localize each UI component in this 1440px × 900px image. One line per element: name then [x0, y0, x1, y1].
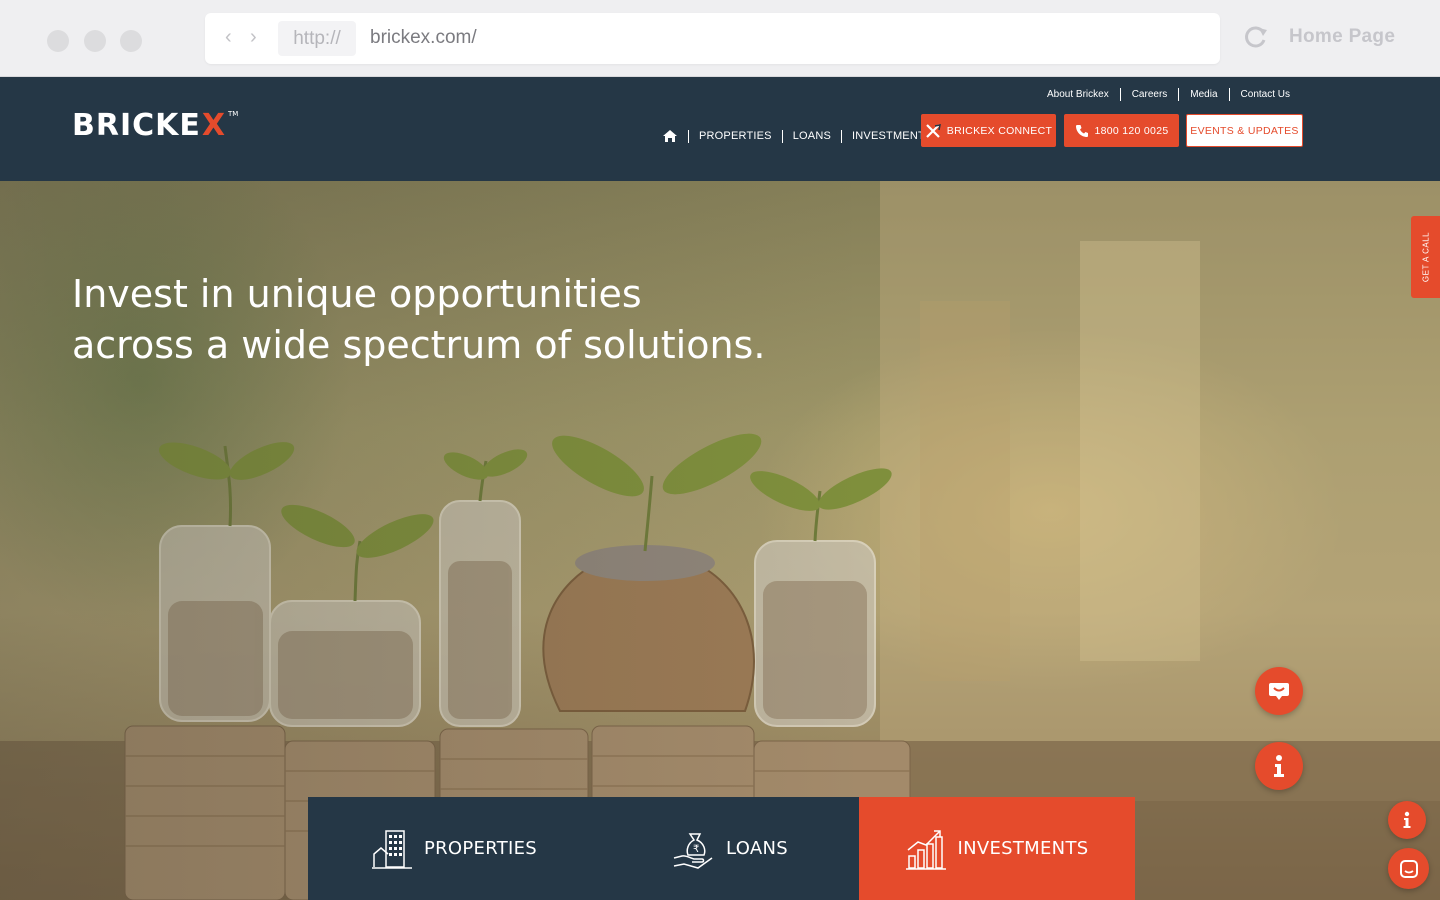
- category-investments-label: INVESTMENTS: [957, 838, 1089, 859]
- brickex-logo[interactable]: BRICKE X TM: [72, 107, 238, 143]
- money-bag-hand-icon: ₹: [673, 832, 713, 869]
- forward-icon[interactable]: ›: [250, 27, 257, 47]
- get-a-call-label: GET A CALL: [1421, 231, 1430, 283]
- category-loans[interactable]: ₹ LOANS: [601, 797, 859, 900]
- info-button-small[interactable]: [1388, 801, 1426, 839]
- chat-icon: [1269, 683, 1289, 700]
- events-updates-button[interactable]: EVENTS & UPDATES: [1186, 114, 1303, 147]
- home-icon[interactable]: [662, 129, 678, 143]
- nav-loans[interactable]: LOANS: [781, 129, 841, 143]
- about-link[interactable]: About Brickex: [1036, 88, 1120, 101]
- events-updates-label: EVENTS & UPDATES: [1190, 124, 1299, 137]
- site-header: BRICKE X TM About Brickex Careers Media Co…: [0, 77, 1440, 181]
- address-bar[interactable]: ‹ › http:// brickex.com/: [205, 13, 1220, 64]
- category-investments[interactable]: INVESTMENTS: [859, 797, 1135, 900]
- hero-banner: Invest in unique opportunities across a …: [0, 181, 1440, 900]
- info-button-large[interactable]: [1255, 742, 1303, 790]
- url-text[interactable]: brickex.com/: [370, 25, 477, 51]
- window-maximize-dot[interactable]: [120, 30, 142, 52]
- info-icon: [1274, 755, 1284, 777]
- careers-link[interactable]: Careers: [1119, 88, 1179, 101]
- contact-link[interactable]: Contact Us: [1228, 88, 1301, 101]
- logo-text: BRICKE: [72, 107, 201, 143]
- connect-x-icon: [926, 123, 941, 138]
- hero-title: Invest in unique opportunities across a …: [72, 269, 832, 371]
- growth-chart-icon: [905, 829, 946, 870]
- url-protocol: http://: [278, 21, 356, 56]
- category-properties[interactable]: PROPERTIES: [308, 797, 601, 900]
- building-icon: [371, 829, 412, 869]
- message-icon: [1399, 859, 1418, 878]
- phone-button[interactable]: 1800 120 0025: [1064, 114, 1179, 147]
- top-links: About Brickex Careers Media Contact Us: [1036, 88, 1301, 101]
- brickex-connect-button[interactable]: BRICKEX CONNECT: [921, 114, 1056, 147]
- window-close-dot[interactable]: [47, 30, 69, 52]
- category-loans-label: LOANS: [726, 838, 788, 859]
- messenger-button[interactable]: [1388, 848, 1429, 889]
- category-bar: PROPERTIES ₹ LOANS INVESTMENTS: [308, 797, 1135, 900]
- media-link[interactable]: Media: [1178, 88, 1228, 101]
- reload-icon[interactable]: [1243, 24, 1269, 50]
- main-nav: PROPERTIES LOANS INVESTMENTS: [662, 124, 942, 148]
- nav-properties[interactable]: PROPERTIES: [688, 129, 782, 143]
- chat-button[interactable]: [1255, 667, 1303, 715]
- back-icon[interactable]: ‹: [225, 27, 232, 47]
- logo-x: X: [201, 107, 227, 143]
- phone-icon: [1075, 124, 1088, 137]
- get-a-call-tab[interactable]: GET A CALL: [1411, 216, 1440, 298]
- brickex-connect-label: BRICKEX CONNECT: [946, 124, 1053, 137]
- browser-chrome: ‹ › http:// brickex.com/ Home Page: [0, 0, 1440, 77]
- info-icon-small: [1403, 811, 1411, 828]
- svg-text:₹: ₹: [693, 844, 700, 855]
- category-properties-label: PROPERTIES: [423, 838, 538, 859]
- hero-title-line1: Invest in unique opportunities: [72, 272, 642, 316]
- hero-title-line2: across a wide spectrum of solutions.: [72, 323, 766, 367]
- home-page-link[interactable]: Home Page: [1289, 26, 1395, 48]
- logo-trademark: TM: [228, 110, 239, 118]
- phone-number: 1800 120 0025: [1094, 124, 1169, 137]
- window-minimize-dot[interactable]: [84, 30, 106, 52]
